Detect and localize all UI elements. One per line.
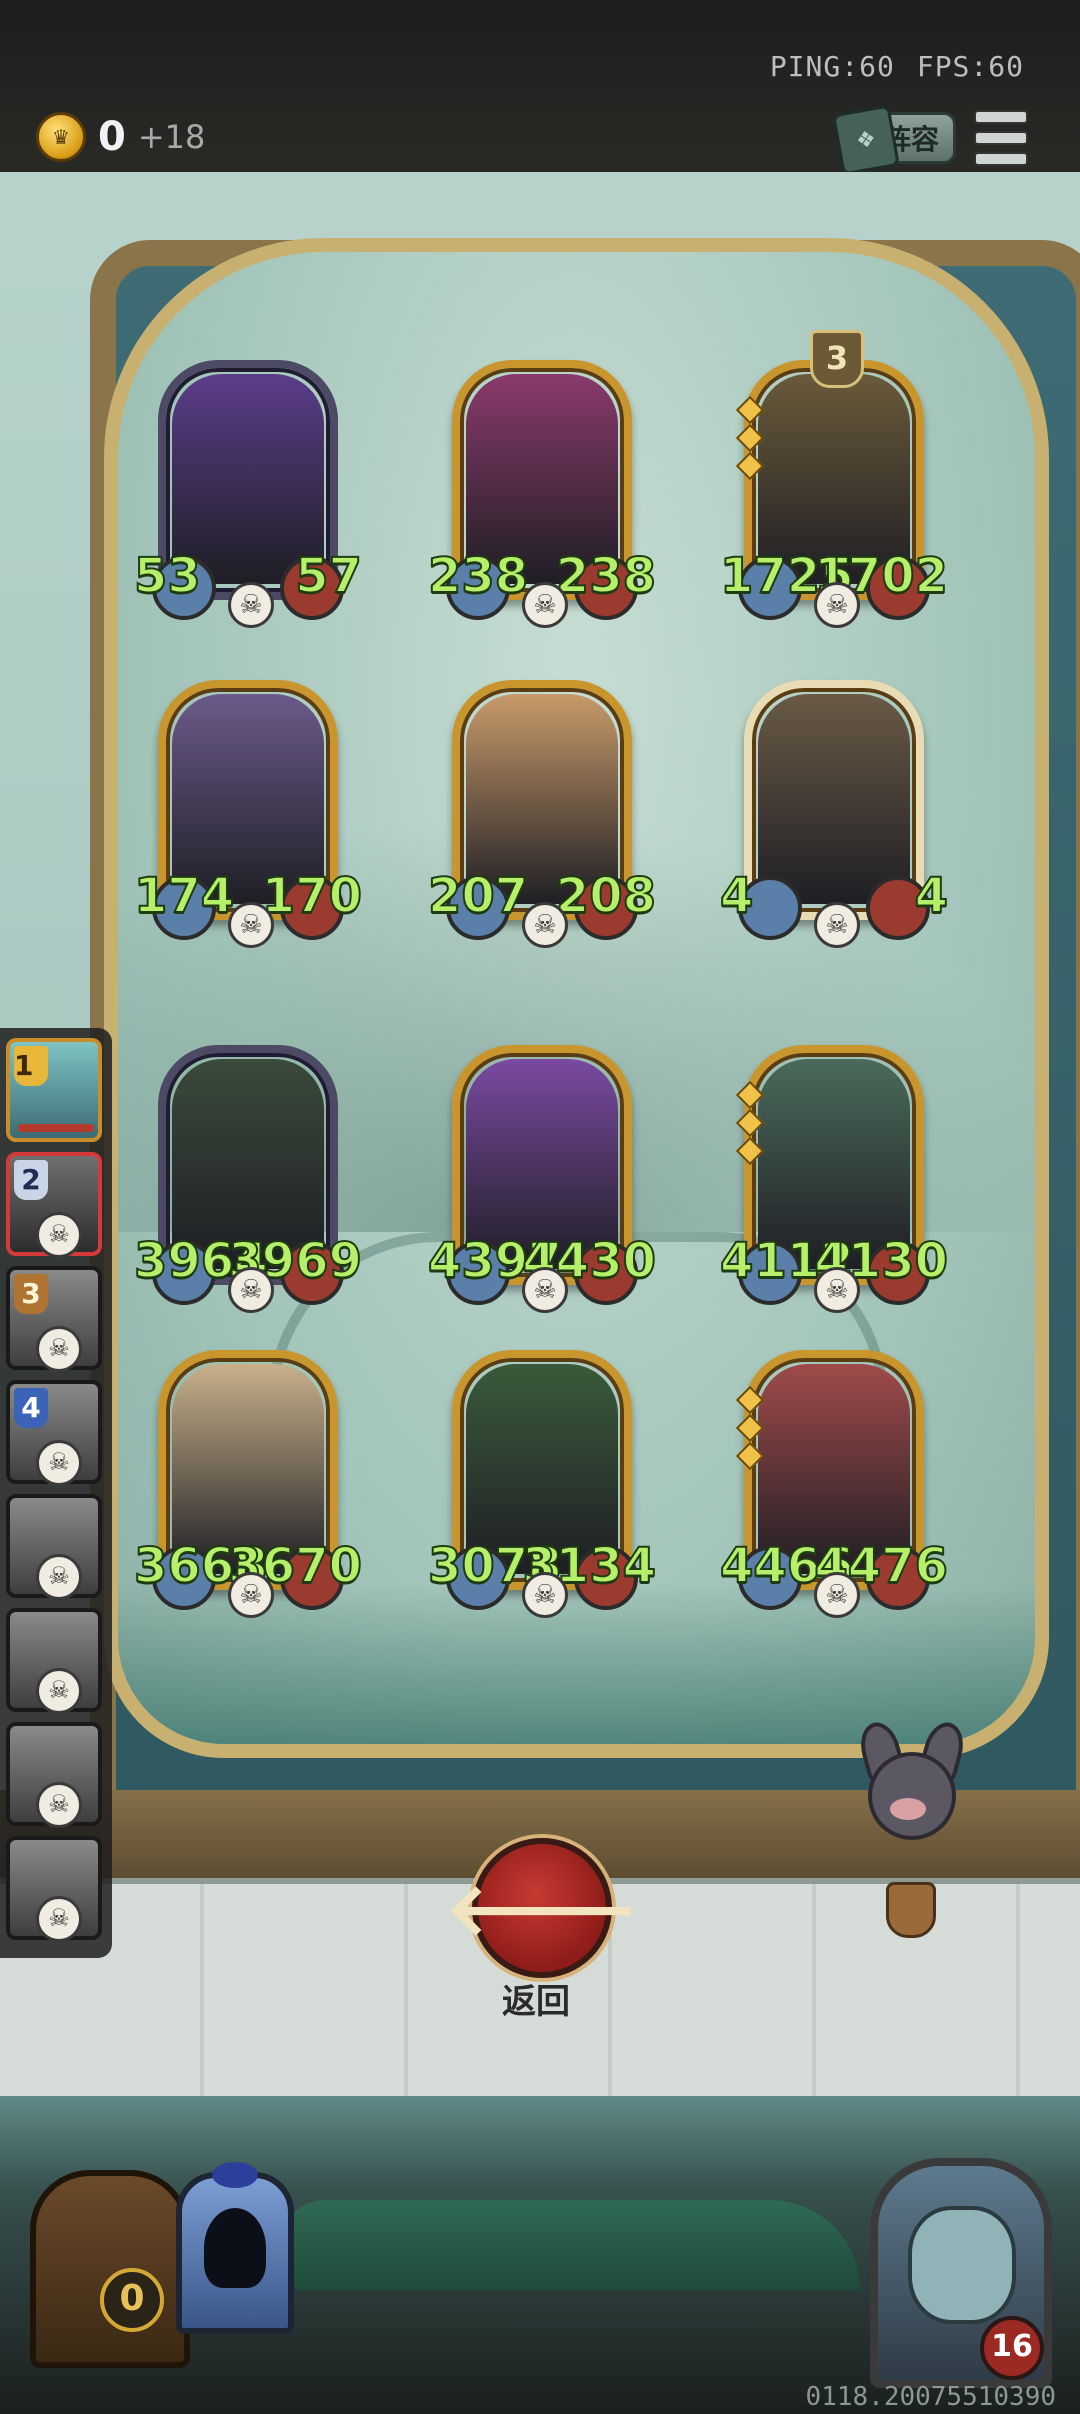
- bench-slot[interactable]: 1: [6, 1038, 102, 1142]
- minion-card[interactable]: 174 170 ☠: [133, 680, 363, 948]
- star-icon: [735, 423, 765, 453]
- minion-card[interactable]: 238 238 ☠: [427, 360, 657, 628]
- skull-icon: ☠: [36, 1212, 82, 1258]
- minion-card[interactable]: 4 4 ☠: [719, 680, 949, 948]
- skull-icon: ☠: [814, 582, 860, 628]
- card-attack: 4: [719, 867, 754, 925]
- bat-snout: [890, 1798, 926, 1820]
- skull-icon: ☠: [522, 1267, 568, 1313]
- star-icon: [735, 1080, 765, 1110]
- hero-face: [908, 2206, 1016, 2324]
- card-attack: 238: [427, 547, 529, 605]
- skull-icon: ☠: [814, 1267, 860, 1313]
- star-icon: [735, 1136, 765, 1166]
- rank-badge: 2: [14, 1160, 48, 1200]
- star-icon: [735, 1108, 765, 1138]
- skull-icon: ☠: [814, 1572, 860, 1618]
- skull-icon: ☠: [522, 582, 568, 628]
- minion-card[interactable]: 4397 4430 ☠: [427, 1045, 657, 1313]
- minion-card[interactable]: 4112 4130 ☠: [719, 1045, 949, 1313]
- skull-icon: ☠: [228, 582, 274, 628]
- build-version: 0118.20075510390: [805, 2382, 1056, 2412]
- card-health: 57: [294, 547, 363, 605]
- skull-icon: ☠: [228, 1572, 274, 1618]
- minion-card[interactable]: 3668 3670 ☠: [133, 1350, 363, 1618]
- opponent-shadow-card[interactable]: [176, 2162, 294, 2334]
- bench-slot[interactable]: 4 ☠: [6, 1380, 102, 1486]
- hero-health-badge: 16: [980, 2316, 1044, 2380]
- star-icon: [735, 395, 765, 425]
- minion-card[interactable]: 1725 1702 ☠ 3: [719, 330, 949, 628]
- star-icon: [735, 1413, 765, 1443]
- skull-icon: ☠: [36, 1554, 82, 1600]
- lineup-book-icon: ❖: [832, 104, 900, 176]
- gold-value: 0: [98, 114, 126, 160]
- top-bar: PING:60 FPS:60 ♛ 0 +18 ❖ 阵容: [0, 0, 1080, 180]
- card-health: 4: [914, 867, 949, 925]
- shadow-silhouette-icon: [204, 2208, 266, 2288]
- gold-income: +18: [137, 118, 206, 156]
- slot-health-bar: [18, 1124, 94, 1132]
- menu-bar-icon: [974, 152, 1028, 166]
- bench-slot[interactable]: ☠: [6, 1836, 102, 1942]
- crown-coin-icon: ♛: [36, 112, 86, 162]
- star-icon: [735, 1441, 765, 1471]
- ping-text: PING:60: [769, 50, 895, 83]
- skull-icon: ☠: [522, 1572, 568, 1618]
- rank-badge: 3: [14, 1274, 48, 1314]
- bench-slot[interactable]: ☠: [6, 1494, 102, 1600]
- bench-slot[interactable]: 2 ☠: [6, 1152, 102, 1258]
- menu-bar-icon: [974, 131, 1028, 145]
- treasure-chest[interactable]: [30, 2170, 190, 2368]
- skull-icon: ☠: [36, 1440, 82, 1486]
- card-attack: 207: [427, 867, 529, 925]
- back-button[interactable]: 🡐: [445, 1838, 639, 1978]
- skull-icon: ☠: [36, 1668, 82, 1714]
- bench-slot[interactable]: 3 ☠: [6, 1266, 102, 1372]
- skull-icon: ☠: [36, 1326, 82, 1372]
- bottom-hills: [280, 2200, 860, 2290]
- skull-icon: ☠: [228, 902, 274, 948]
- bow-icon: [212, 2162, 258, 2188]
- card-attack: 53: [133, 547, 202, 605]
- card-health: 170: [261, 867, 363, 925]
- lineup-button[interactable]: ❖ 阵容: [832, 104, 956, 176]
- gold-counter: ♛ 0 +18: [36, 112, 205, 162]
- minion-card[interactable]: 207 208 ☠: [427, 680, 657, 948]
- rank-badge: 1: [14, 1046, 48, 1086]
- skull-icon: ☠: [228, 1267, 274, 1313]
- bat-basket: [886, 1882, 936, 1938]
- card-health: 238: [555, 547, 657, 605]
- bench-slot[interactable]: ☠: [6, 1608, 102, 1714]
- bench-column: 1 2 ☠ 3 ☠ 4 ☠ ☠ ☠ ☠ ☠: [0, 1028, 112, 1958]
- star-icon: [735, 451, 765, 481]
- skull-icon: ☠: [36, 1896, 82, 1942]
- chest-count-badge: 0: [100, 2268, 164, 2332]
- minion-card[interactable]: 53 57 ☠: [133, 360, 363, 628]
- minion-card[interactable]: 4466 4476 ☠: [719, 1350, 949, 1618]
- star-icon: [735, 1385, 765, 1415]
- skull-icon: ☠: [522, 902, 568, 948]
- back-arrow-icon: 🡐: [445, 1866, 639, 1951]
- card-health: 208: [555, 867, 657, 925]
- fps-text: FPS:60: [916, 50, 1024, 83]
- tier-badge: 3: [810, 330, 864, 388]
- skull-icon: ☠: [36, 1782, 82, 1828]
- star-pips: [735, 1385, 765, 1471]
- bench-slot[interactable]: ☠: [6, 1722, 102, 1828]
- network-stats: PING:60 FPS:60: [748, 50, 1024, 83]
- back-label: 返回: [502, 1982, 570, 2022]
- card-attack: 174: [133, 867, 235, 925]
- menu-bar-icon: [974, 110, 1028, 124]
- menu-button[interactable]: [974, 110, 1028, 166]
- bat-pet[interactable]: [838, 1718, 978, 1942]
- star-pips: [735, 395, 765, 481]
- minion-card[interactable]: 3964 3969 ☠: [133, 1045, 363, 1313]
- rank-badge: 4: [14, 1388, 48, 1428]
- bat-head: [868, 1752, 956, 1840]
- skull-icon: ☠: [814, 902, 860, 948]
- star-pips: [735, 1080, 765, 1166]
- minion-card[interactable]: 3078 3134 ☠: [427, 1350, 657, 1618]
